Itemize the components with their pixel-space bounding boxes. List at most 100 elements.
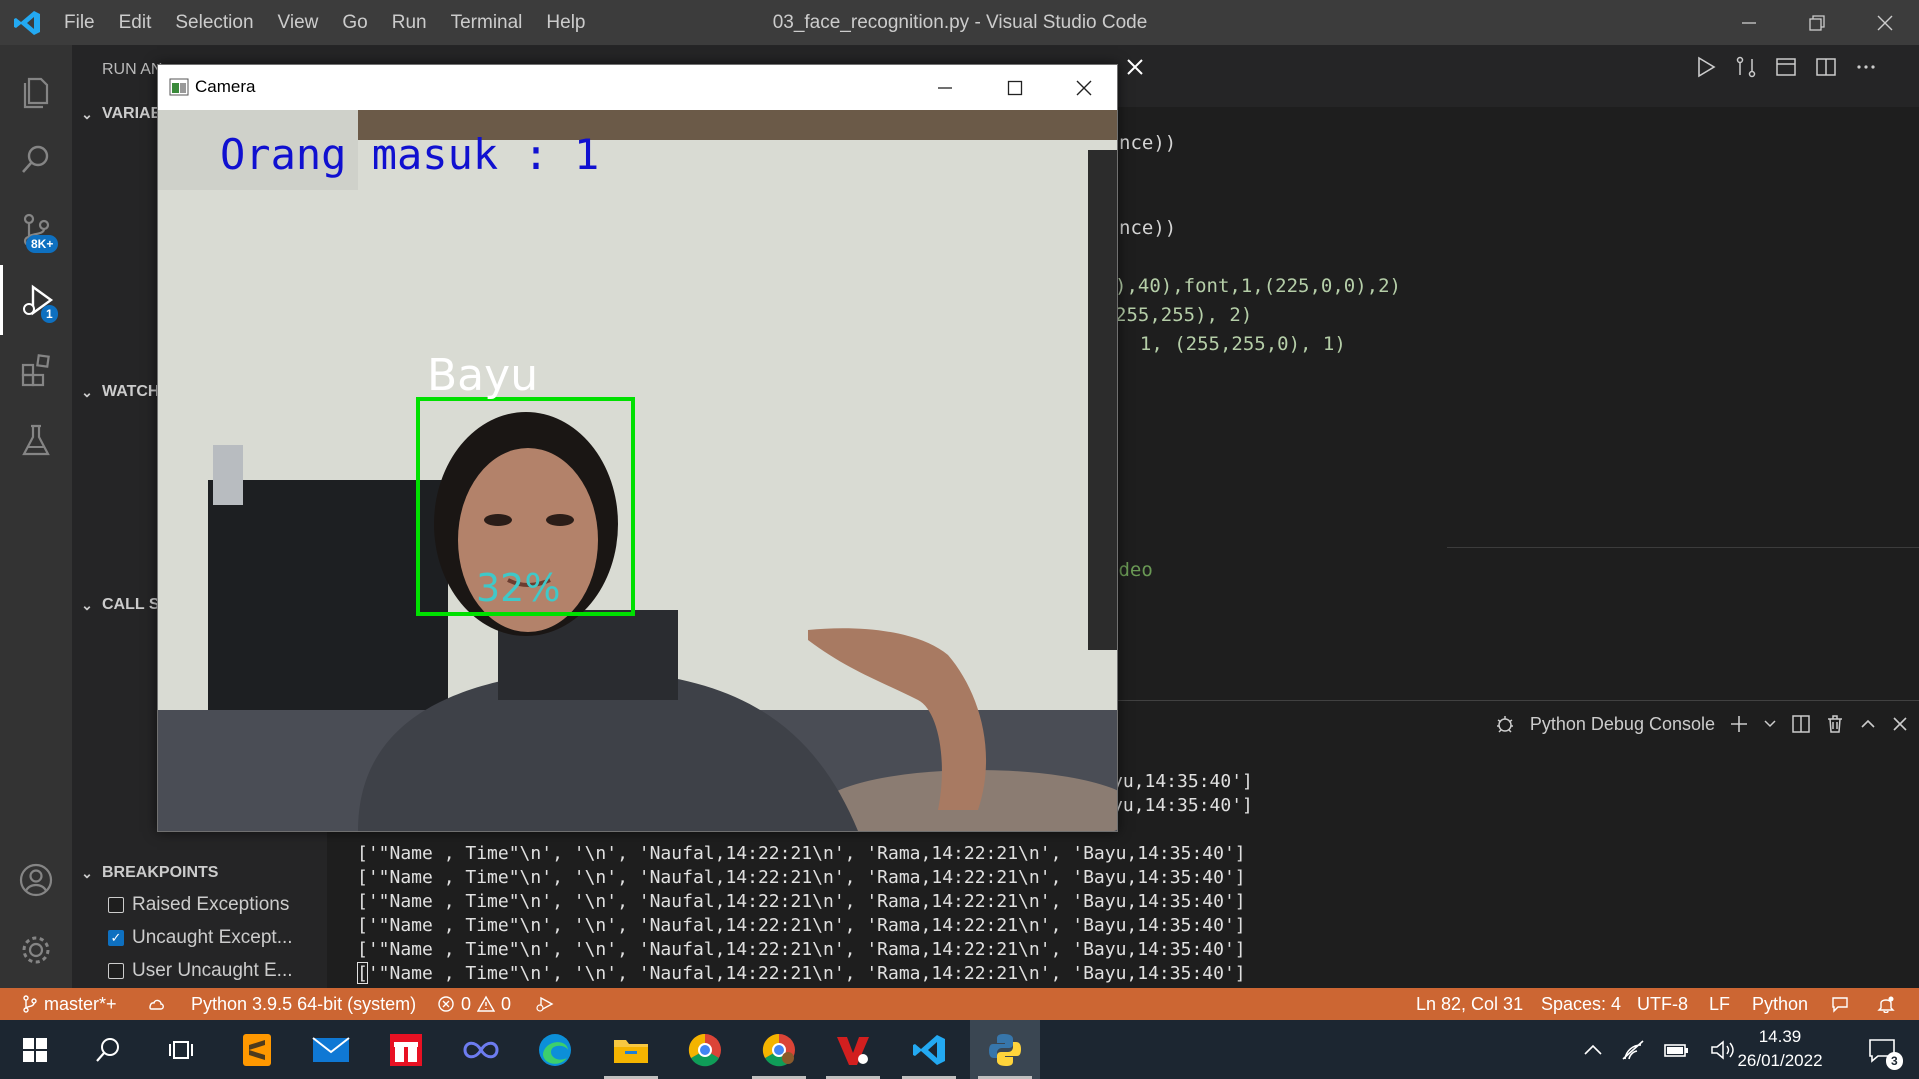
taskbar-python[interactable]: [970, 1020, 1040, 1079]
editor-actions: [1694, 55, 1878, 85]
compare-changes-icon[interactable]: [1734, 55, 1758, 79]
taskbar-chrome-profile[interactable]: [744, 1020, 814, 1079]
menu-selection[interactable]: Selection: [163, 12, 265, 34]
debug-status[interactable]: [535, 988, 555, 1020]
taskbar-edge[interactable]: [520, 1020, 590, 1079]
camera-close-button[interactable]: [1049, 65, 1119, 110]
camera-minimize-button[interactable]: [910, 65, 980, 110]
taskbar-mail[interactable]: [296, 1020, 366, 1079]
breakpoint-label: User Uncaught E...: [132, 960, 293, 981]
terminal-cursor[interactable]: [357, 962, 368, 984]
breakpoint-uncaught-exceptions[interactable]: ✓ Uncaught Except...: [108, 923, 293, 953]
account-icon: [19, 863, 53, 897]
encoding[interactable]: UTF-8: [1637, 988, 1688, 1020]
open-preview-icon[interactable]: [1774, 55, 1798, 79]
breakpoint-raised-exceptions[interactable]: Raised Exceptions: [108, 890, 289, 920]
menu-terminal[interactable]: Terminal: [439, 12, 535, 34]
checkbox[interactable]: [108, 963, 124, 979]
code-line: 255,255), 2): [1115, 304, 1252, 326]
testing-button[interactable]: [0, 405, 72, 475]
branch-indicator[interactable]: master*+: [22, 988, 117, 1020]
debug-console-icon: [1496, 716, 1513, 733]
chevron-down-icon: ⌄: [81, 596, 93, 613]
task-view-button[interactable]: [146, 1020, 216, 1079]
cursor-position[interactable]: Ln 82, Col 31: [1416, 988, 1523, 1020]
language-mode[interactable]: Python: [1752, 988, 1808, 1020]
minimize-icon: [938, 86, 952, 89]
chevron-up-icon[interactable]: [1859, 715, 1877, 733]
breakpoint-user-uncaught[interactable]: User Uncaught E...: [108, 956, 293, 986]
split-editor-icon[interactable]: [1814, 55, 1838, 79]
menu-view[interactable]: View: [266, 12, 331, 34]
menu-run[interactable]: Run: [380, 12, 439, 34]
source-control-button[interactable]: 8K+: [0, 195, 72, 265]
gear-icon: [22, 936, 50, 964]
vscode-icon: [913, 1034, 945, 1065]
taskbar-sublime-text[interactable]: [222, 1020, 292, 1079]
run-icon[interactable]: [1694, 55, 1718, 79]
more-actions-icon[interactable]: [1854, 55, 1878, 79]
section-breakpoints[interactable]: ⌄ BREAKPOINTS: [72, 858, 327, 888]
console-line: ['"Name , Time"\n', '\n', 'Naufal,14:22:…: [357, 867, 1246, 888]
python-interpreter[interactable]: Python 3.9.5 64-bit (system): [191, 988, 416, 1020]
clock-time: 14.39: [1758, 1027, 1802, 1046]
notifications-button[interactable]: [1877, 988, 1895, 1020]
battery-icon[interactable]: [1663, 1041, 1691, 1059]
indentation[interactable]: Spaces: 4: [1541, 988, 1621, 1020]
chevron-up-icon[interactable]: [1583, 1043, 1603, 1057]
extensions-icon: [21, 354, 50, 387]
wifi-icon[interactable]: [1621, 1039, 1645, 1061]
restore-button[interactable]: [1783, 0, 1851, 45]
feedback-button[interactable]: [1830, 988, 1850, 1020]
problems-indicator[interactable]: 0 0: [437, 988, 511, 1020]
console-selector[interactable]: Python Debug Console: [1530, 714, 1715, 735]
explorer-button[interactable]: [0, 55, 72, 125]
branch-name: master*+: [44, 993, 117, 1014]
chevron-down-icon[interactable]: [1763, 717, 1777, 731]
camera-title-bar[interactable]: Camera: [158, 65, 1117, 110]
checkbox-checked[interactable]: ✓: [108, 930, 124, 946]
taskbar-red-app[interactable]: [818, 1020, 888, 1079]
taskbar-vscode[interactable]: [894, 1020, 964, 1079]
run-debug-button[interactable]: 1: [0, 265, 72, 335]
minimize-button[interactable]: [1715, 0, 1783, 45]
code-line: ),40),font,1,(225,0,0),2): [1115, 275, 1401, 297]
taskbar-search-button[interactable]: [73, 1020, 143, 1079]
editor-tab-close[interactable]: [1126, 58, 1144, 80]
trash-icon[interactable]: [1825, 714, 1845, 734]
eol-label: LF: [1709, 993, 1731, 1014]
menu-edit[interactable]: Edit: [107, 12, 164, 34]
close-panel-icon[interactable]: [1891, 715, 1909, 733]
camera-window[interactable]: Camera Orang masuk: 1 Bayu 32%: [157, 64, 1118, 832]
taskbar-infinity-app[interactable]: [446, 1020, 516, 1079]
action-center-button[interactable]: 3: [1848, 1020, 1916, 1079]
accounts-button[interactable]: [0, 845, 72, 915]
code-text: 1, (255,255,0), 1): [1117, 333, 1346, 355]
taskbar-file-explorer[interactable]: [596, 1020, 666, 1079]
extensions-button[interactable]: [0, 335, 72, 405]
menu-help[interactable]: Help: [534, 12, 597, 34]
console-line: ['"Name , Time"\n', '\n', 'Naufal,14:22:…: [357, 939, 1246, 960]
search-button[interactable]: [0, 125, 72, 195]
camera-maximize-button[interactable]: [980, 65, 1050, 110]
end-of-line[interactable]: LF: [1709, 988, 1730, 1020]
face-name-label: Bayu: [427, 350, 539, 401]
add-terminal-icon[interactable]: [1729, 714, 1749, 734]
menu-go[interactable]: Go: [330, 12, 379, 34]
cloud-sync-icon: [149, 999, 164, 1010]
edge-browser-icon: [539, 1033, 571, 1066]
console-line: yu,14:35:40']: [1112, 795, 1253, 816]
split-terminal-icon[interactable]: [1791, 714, 1811, 734]
code-text: nce)): [1119, 132, 1177, 154]
sync-button[interactable]: [146, 988, 166, 1020]
debug-alt-icon: [536, 996, 554, 1012]
taskbar-chrome[interactable]: [670, 1020, 740, 1079]
taskbar-clock[interactable]: 14.39 26/01/2022: [1715, 1025, 1845, 1073]
start-button[interactable]: [0, 1020, 70, 1079]
close-button[interactable]: [1851, 0, 1919, 45]
manage-button[interactable]: [0, 915, 72, 985]
checkbox[interactable]: [108, 897, 124, 913]
taskbar-gift-app[interactable]: [371, 1020, 441, 1079]
menu-file[interactable]: File: [52, 12, 107, 34]
debug-badge: 1: [41, 305, 58, 323]
